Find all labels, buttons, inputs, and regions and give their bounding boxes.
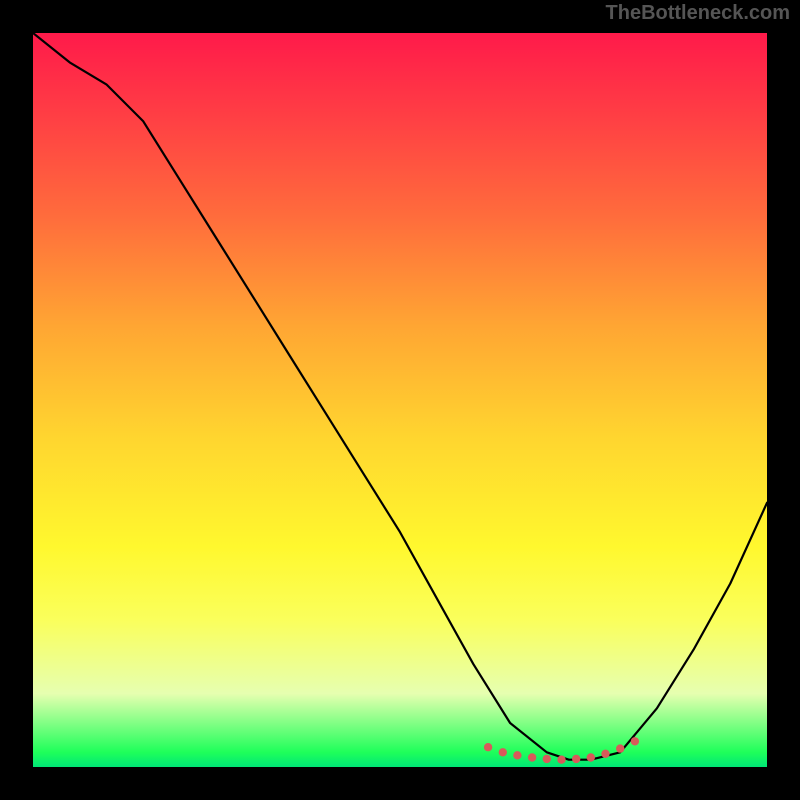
valley-markers-group: [484, 737, 639, 764]
valley-marker: [616, 744, 624, 752]
valley-marker: [484, 743, 492, 751]
valley-marker: [572, 755, 580, 763]
valley-marker: [528, 753, 536, 761]
chart-svg: [33, 33, 767, 767]
valley-marker: [557, 756, 565, 764]
chart-plot-area: [33, 33, 767, 767]
valley-marker: [587, 753, 595, 761]
valley-marker: [499, 748, 507, 756]
watermark-text: TheBottleneck.com: [606, 2, 790, 25]
valley-marker: [631, 737, 639, 745]
valley-marker: [601, 750, 609, 758]
valley-marker: [513, 751, 521, 759]
bottleneck-curve-path: [33, 33, 767, 760]
valley-marker: [543, 755, 551, 763]
